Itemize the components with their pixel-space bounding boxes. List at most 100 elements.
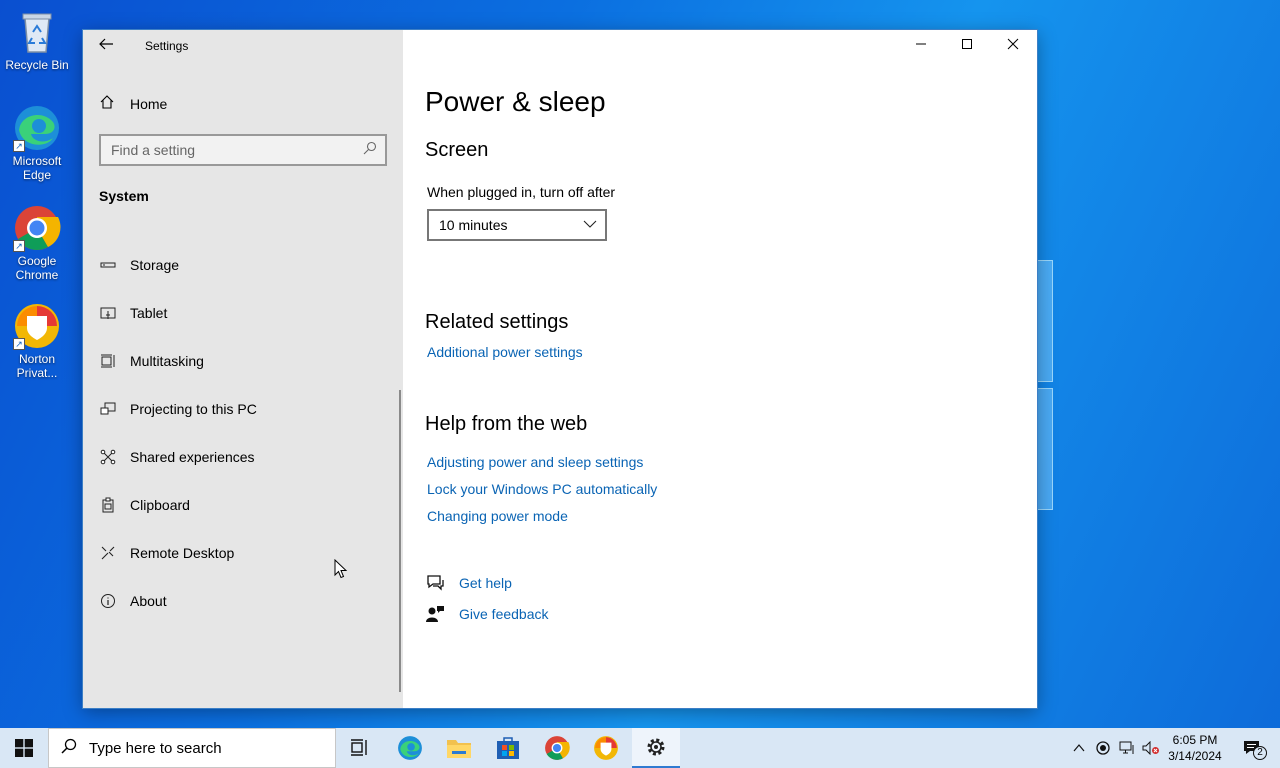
gear-icon: [647, 738, 665, 756]
sidebar-home[interactable]: Home: [99, 93, 389, 115]
taskbar-file-explorer-button[interactable]: [435, 728, 483, 768]
sidebar-item-projecting[interactable]: Projecting to this PC: [99, 397, 389, 421]
taskbar-chrome-button[interactable]: [533, 728, 581, 768]
desktop-icon-norton[interactable]: ↗ Norton Privat...: [2, 302, 72, 380]
sidebar-item-shared-experiences[interactable]: Shared experiences: [99, 445, 389, 469]
help-heading: Help from the web: [425, 413, 588, 435]
taskbar-settings-button[interactable]: [632, 728, 680, 768]
sidebar-item-label: Clipboard: [130, 497, 190, 513]
desktop-icon-edge[interactable]: ↗ Microsoft Edge: [2, 104, 72, 182]
home-icon: [99, 94, 117, 114]
give-feedback-row[interactable]: Give feedback: [425, 604, 549, 624]
back-button[interactable]: [95, 36, 117, 56]
maximize-button[interactable]: [944, 30, 990, 62]
search-icon: [363, 141, 377, 158]
close-button[interactable]: [990, 30, 1036, 62]
dropdown-value: 10 minutes: [439, 217, 508, 233]
desktop-icon-label: Google Chrome: [15, 254, 59, 282]
give-feedback-link[interactable]: Give feedback: [459, 606, 549, 622]
taskbar-edge-button[interactable]: [386, 728, 434, 768]
sidebar-item-label: About: [130, 593, 167, 609]
sidebar-item-about[interactable]: About: [99, 589, 389, 613]
record-icon: [1096, 741, 1110, 755]
taskbar-store-button[interactable]: [484, 728, 532, 768]
title-bar: Settings: [83, 30, 403, 62]
help-link-lock-pc[interactable]: Lock your Windows PC automatically: [427, 481, 657, 497]
sidebar-item-storage[interactable]: Storage: [99, 253, 389, 277]
remote-desktop-icon: [99, 544, 117, 562]
content-pane: Power & sleep Screen When plugged in, tu…: [403, 30, 1037, 708]
settings-window: Settings Home System Storage Tablet Mult…: [83, 30, 1037, 708]
taskbar-search-box[interactable]: [48, 728, 336, 768]
network-button[interactable]: [1116, 728, 1138, 768]
taskbar-clock[interactable]: 6:05 PM 3/14/2024: [1160, 732, 1230, 764]
additional-power-settings-link[interactable]: Additional power settings: [427, 344, 583, 360]
task-view-icon: [351, 739, 367, 756]
search-icon: [61, 738, 83, 759]
show-hidden-icons-button[interactable]: [1068, 728, 1090, 768]
page-title: Power & sleep: [425, 86, 606, 117]
desktop-icon-recycle-bin[interactable]: Recycle Bin: [2, 8, 72, 72]
section-label-system: System: [99, 188, 149, 204]
taskbar-norton-button[interactable]: [582, 728, 630, 768]
plugged-in-label: When plugged in, turn off after: [427, 184, 616, 200]
edge-icon: ↗: [13, 104, 61, 152]
sidebar-item-clipboard[interactable]: Clipboard: [99, 493, 389, 517]
mouse-cursor-icon: [334, 558, 348, 579]
edge-icon: [398, 736, 422, 760]
task-view-button[interactable]: [336, 728, 384, 768]
volume-button[interactable]: [1140, 728, 1162, 768]
sidebar-item-label: Multitasking: [130, 353, 204, 369]
norton-browser-icon: ↗: [13, 302, 61, 350]
shortcut-arrow-icon: ↗: [13, 338, 25, 350]
desktop-logo-glow: [1037, 250, 1077, 520]
clock-time: 6:05 PM: [1172, 733, 1218, 747]
sidebar-item-label: Projecting to this PC: [130, 401, 257, 417]
action-center-button[interactable]: 2: [1232, 728, 1272, 768]
sidebar-item-tablet[interactable]: Tablet: [99, 301, 389, 325]
related-settings-heading: Related settings: [425, 311, 569, 333]
back-arrow-icon: [99, 38, 113, 50]
shortcut-arrow-icon: ↗: [13, 240, 25, 252]
home-label: Home: [130, 96, 168, 112]
sidebar-item-label: Storage: [130, 257, 180, 273]
folder-icon: [447, 740, 471, 758]
clock-date: 3/14/2024: [1168, 749, 1222, 763]
get-help-link[interactable]: Get help: [459, 575, 512, 591]
chrome-icon: [545, 736, 570, 760]
projecting-icon: [99, 400, 117, 418]
help-link-power-sleep[interactable]: Adjusting power and sleep settings: [427, 454, 643, 470]
close-icon: [1007, 38, 1019, 50]
sidebar-item-multitasking[interactable]: Multitasking: [99, 349, 389, 373]
sidebar: Settings Home System Storage Tablet Mult…: [83, 30, 403, 708]
windows-logo-icon: [15, 739, 33, 757]
recycle-bin-icon: [13, 8, 61, 56]
volume-muted-icon: [1142, 741, 1159, 755]
network-icon: [1119, 741, 1134, 754]
store-icon: [497, 737, 519, 759]
screen-timeout-dropdown[interactable]: 10 minutes: [427, 209, 607, 241]
help-link-power-mode[interactable]: Changing power mode: [427, 508, 568, 524]
storage-icon: [99, 256, 117, 274]
desktop-icon-chrome[interactable]: ↗ Google Chrome: [2, 204, 72, 282]
tablet-icon: [99, 304, 117, 322]
get-help-row[interactable]: Get help: [425, 573, 512, 593]
app-title: Settings: [145, 39, 189, 53]
maximize-icon: [962, 39, 972, 49]
taskbar-search-input[interactable]: [89, 739, 329, 757]
setting-search-box[interactable]: [99, 134, 387, 166]
desktop-icon-label: Microsoft Edge: [12, 154, 62, 182]
norton-browser-icon: [594, 736, 618, 760]
clipboard-icon: [99, 496, 117, 514]
multitasking-icon: [99, 352, 117, 370]
taskbar: 6:05 PM 3/14/2024 2: [0, 728, 1280, 768]
minimize-button[interactable]: [898, 30, 944, 62]
sidebar-scrollbar[interactable]: [399, 390, 401, 692]
info-icon: [99, 592, 117, 610]
tray-app-button[interactable]: [1092, 728, 1114, 768]
setting-search-input[interactable]: [101, 136, 351, 164]
minimize-icon: [916, 43, 926, 45]
start-button[interactable]: [0, 728, 48, 768]
shared-experiences-icon: [99, 448, 117, 466]
chrome-icon: ↗: [13, 204, 61, 252]
